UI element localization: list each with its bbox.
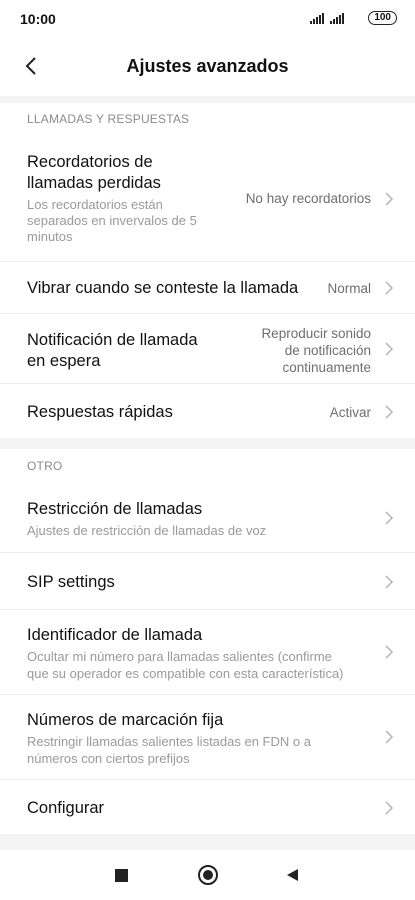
- chevron-right-icon: [385, 575, 394, 589]
- chevron-right-icon: [385, 281, 394, 295]
- row-title: Números de marcación fija: [27, 711, 224, 729]
- row-quick-responses[interactable]: Respuestas rápidas Activar: [0, 383, 415, 438]
- chevron-right-icon: [385, 801, 394, 815]
- row-subtitle: números con ciertos prefijos: [27, 751, 190, 766]
- system-nav-bar: [0, 850, 415, 900]
- row-title: Vibrar cuando se conteste la llamada: [27, 279, 299, 297]
- row-configure[interactable]: Configurar: [0, 779, 415, 834]
- row-title: llamadas perdidas: [27, 174, 161, 192]
- page-title: Ajustes avanzados: [126, 56, 289, 76]
- row-call-barring[interactable]: Restricción de llamadas Ajustes de restr…: [0, 484, 415, 552]
- row-missed-call-reminders[interactable]: Recordatorios de llamadas perdidas Los r…: [0, 139, 415, 261]
- row-title: Respuestas rápidas: [27, 403, 173, 421]
- row-fixed-dialing-numbers[interactable]: Números de marcación fija Restringir lla…: [0, 694, 415, 779]
- row-title: Notificación de llamada: [27, 331, 198, 349]
- signal-icon: [310, 12, 325, 24]
- row-value: Reproducir sonido: [261, 326, 371, 341]
- battery-icon: 100: [368, 11, 397, 25]
- row-title: SIP settings: [27, 573, 115, 591]
- triangle-left-icon[interactable]: [285, 868, 299, 882]
- section-calls: LLAMADAS Y RESPUESTAS Recordatorios de l…: [0, 103, 415, 438]
- row-subtitle: Los recordatorios están: [27, 197, 163, 212]
- row-subtitle: Restringir llamadas salientes listadas e…: [27, 734, 311, 749]
- row-subtitle: que su operador es compatible con esta c…: [27, 666, 344, 681]
- row-subtitle: Ocultar mi número para llamadas saliente…: [27, 649, 332, 664]
- row-title: en espera: [27, 352, 101, 370]
- row-title: Configurar: [27, 799, 105, 817]
- circle-icon[interactable]: [198, 865, 218, 885]
- row-subtitle: separados en invervalos de 5: [27, 213, 197, 228]
- status-bar: 10:00 100: [0, 0, 415, 36]
- chevron-right-icon: [385, 342, 394, 356]
- row-value: Activar: [329, 405, 371, 420]
- row-subtitle: Ajustes de restricción de llamadas de vo…: [27, 523, 267, 538]
- row-sip-settings[interactable]: SIP settings: [0, 552, 415, 609]
- chevron-right-icon: [385, 192, 394, 206]
- row-vibrate-on-answer[interactable]: Vibrar cuando se conteste la llamada Nor…: [0, 261, 415, 313]
- status-time: 10:00: [20, 11, 56, 27]
- square-icon[interactable]: [115, 869, 128, 882]
- row-value: continuamente: [282, 360, 371, 375]
- row-subtitle: minutos: [27, 229, 73, 244]
- row-call-waiting-notification[interactable]: Notificación de llamada en espera Reprod…: [0, 313, 415, 383]
- status-icons: 100: [310, 11, 397, 25]
- section-label: OTRO: [27, 459, 63, 473]
- row-value: No hay recordatorios: [245, 191, 371, 206]
- row-title: Identificador de llamada: [27, 626, 203, 644]
- row-value: de notificación: [284, 343, 371, 358]
- chevron-right-icon: [385, 405, 394, 419]
- row-caller-id[interactable]: Identificador de llamada Ocultar mi núme…: [0, 609, 415, 694]
- chevron-right-icon: [385, 645, 394, 659]
- chevron-right-icon: [385, 511, 394, 525]
- app-header: Ajustes avanzados: [0, 36, 415, 96]
- chevron-right-icon: [385, 730, 394, 744]
- section-other: OTRO Restricción de llamadas Ajustes de …: [0, 449, 415, 834]
- row-title: Restricción de llamadas: [27, 500, 203, 518]
- row-value: Normal: [327, 281, 371, 296]
- row-title: Recordatorios de: [27, 153, 153, 171]
- section-label: LLAMADAS Y RESPUESTAS: [27, 112, 190, 126]
- signal-icon: [330, 12, 345, 24]
